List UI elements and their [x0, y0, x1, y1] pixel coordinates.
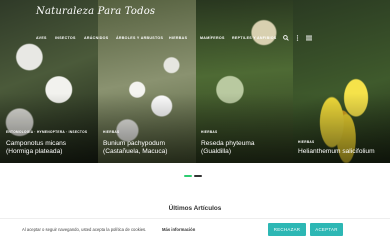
- slide-title-line: Bunium pachypodum: [103, 140, 165, 147]
- slide-title-line: (Hormiga plateada): [6, 148, 63, 155]
- slide-category[interactable]: ENTOMOLOGÍA · HYMENOPTERA · INSECTOS: [6, 130, 87, 134]
- section-title: Últimos Artículos: [168, 205, 222, 212]
- slide-title[interactable]: Bunium pachypodum (Castañuela, Macuca): [103, 140, 168, 156]
- search-icon[interactable]: [283, 35, 289, 43]
- accept-button[interactable]: ACEPTAR: [310, 223, 343, 236]
- nav-item-hierbas[interactable]: HIERBAS: [169, 36, 187, 40]
- slider-dot[interactable]: [194, 175, 202, 177]
- slide-title-line: (Gualdilla): [201, 148, 232, 155]
- menu-icon[interactable]: [306, 35, 312, 43]
- hero-slider: Naturaleza Para Todos AVES INSECTOS ARÁC…: [0, 0, 390, 163]
- slide-2[interactable]: [98, 0, 196, 163]
- slide-title-line: Helianthemum salicifolium: [298, 148, 375, 155]
- nav-item-reptiles[interactable]: REPTILES Y ANFIBIOS: [232, 36, 277, 40]
- nav-item-arboles[interactable]: ÁRBOLES Y ARBUSTOS: [116, 36, 163, 40]
- slider-dot-active[interactable]: [184, 175, 192, 177]
- slide-category[interactable]: HIERBAS: [298, 140, 314, 144]
- slide-3[interactable]: [196, 0, 293, 163]
- slide-4[interactable]: [293, 0, 390, 163]
- slide-title-line: Camponotus micans: [6, 140, 67, 147]
- more-vertical-icon[interactable]: [296, 35, 299, 43]
- reject-button[interactable]: RECHAZAR: [268, 223, 306, 236]
- slide-title-line: Reseda phyteuma: [201, 140, 255, 147]
- cookie-more-info-link[interactable]: Más información: [162, 227, 195, 232]
- nav-item-aracnidos[interactable]: ARÁCNIDOS: [84, 36, 108, 40]
- slide-category[interactable]: HIERBAS: [201, 130, 217, 134]
- nav-item-insectos[interactable]: INSECTOS: [55, 36, 76, 40]
- nav-item-aves[interactable]: AVES: [36, 36, 47, 40]
- slide-title[interactable]: Reseda phyteuma (Gualdilla): [201, 140, 255, 156]
- cookie-banner: Al aceptar o seguir navegando, usted ace…: [0, 218, 390, 241]
- slide-title[interactable]: Helianthemum salicifolium: [298, 148, 375, 156]
- slide-title-line: (Castañuela, Macuca): [103, 148, 168, 155]
- slide-title[interactable]: Camponotus micans (Hormiga plateada): [6, 140, 66, 156]
- cookie-text: Al aceptar o seguir navegando, usted ace…: [22, 227, 147, 232]
- site-logo[interactable]: Naturaleza Para Todos: [36, 6, 155, 17]
- slide-1[interactable]: [0, 0, 98, 163]
- slide-category[interactable]: HIERBAS: [103, 130, 119, 134]
- main-nav: AVES INSECTOS ARÁCNIDOS ÁRBOLES Y ARBUST…: [0, 35, 390, 48]
- nav-item-mamiferos[interactable]: MAMÍFEROS: [200, 36, 225, 40]
